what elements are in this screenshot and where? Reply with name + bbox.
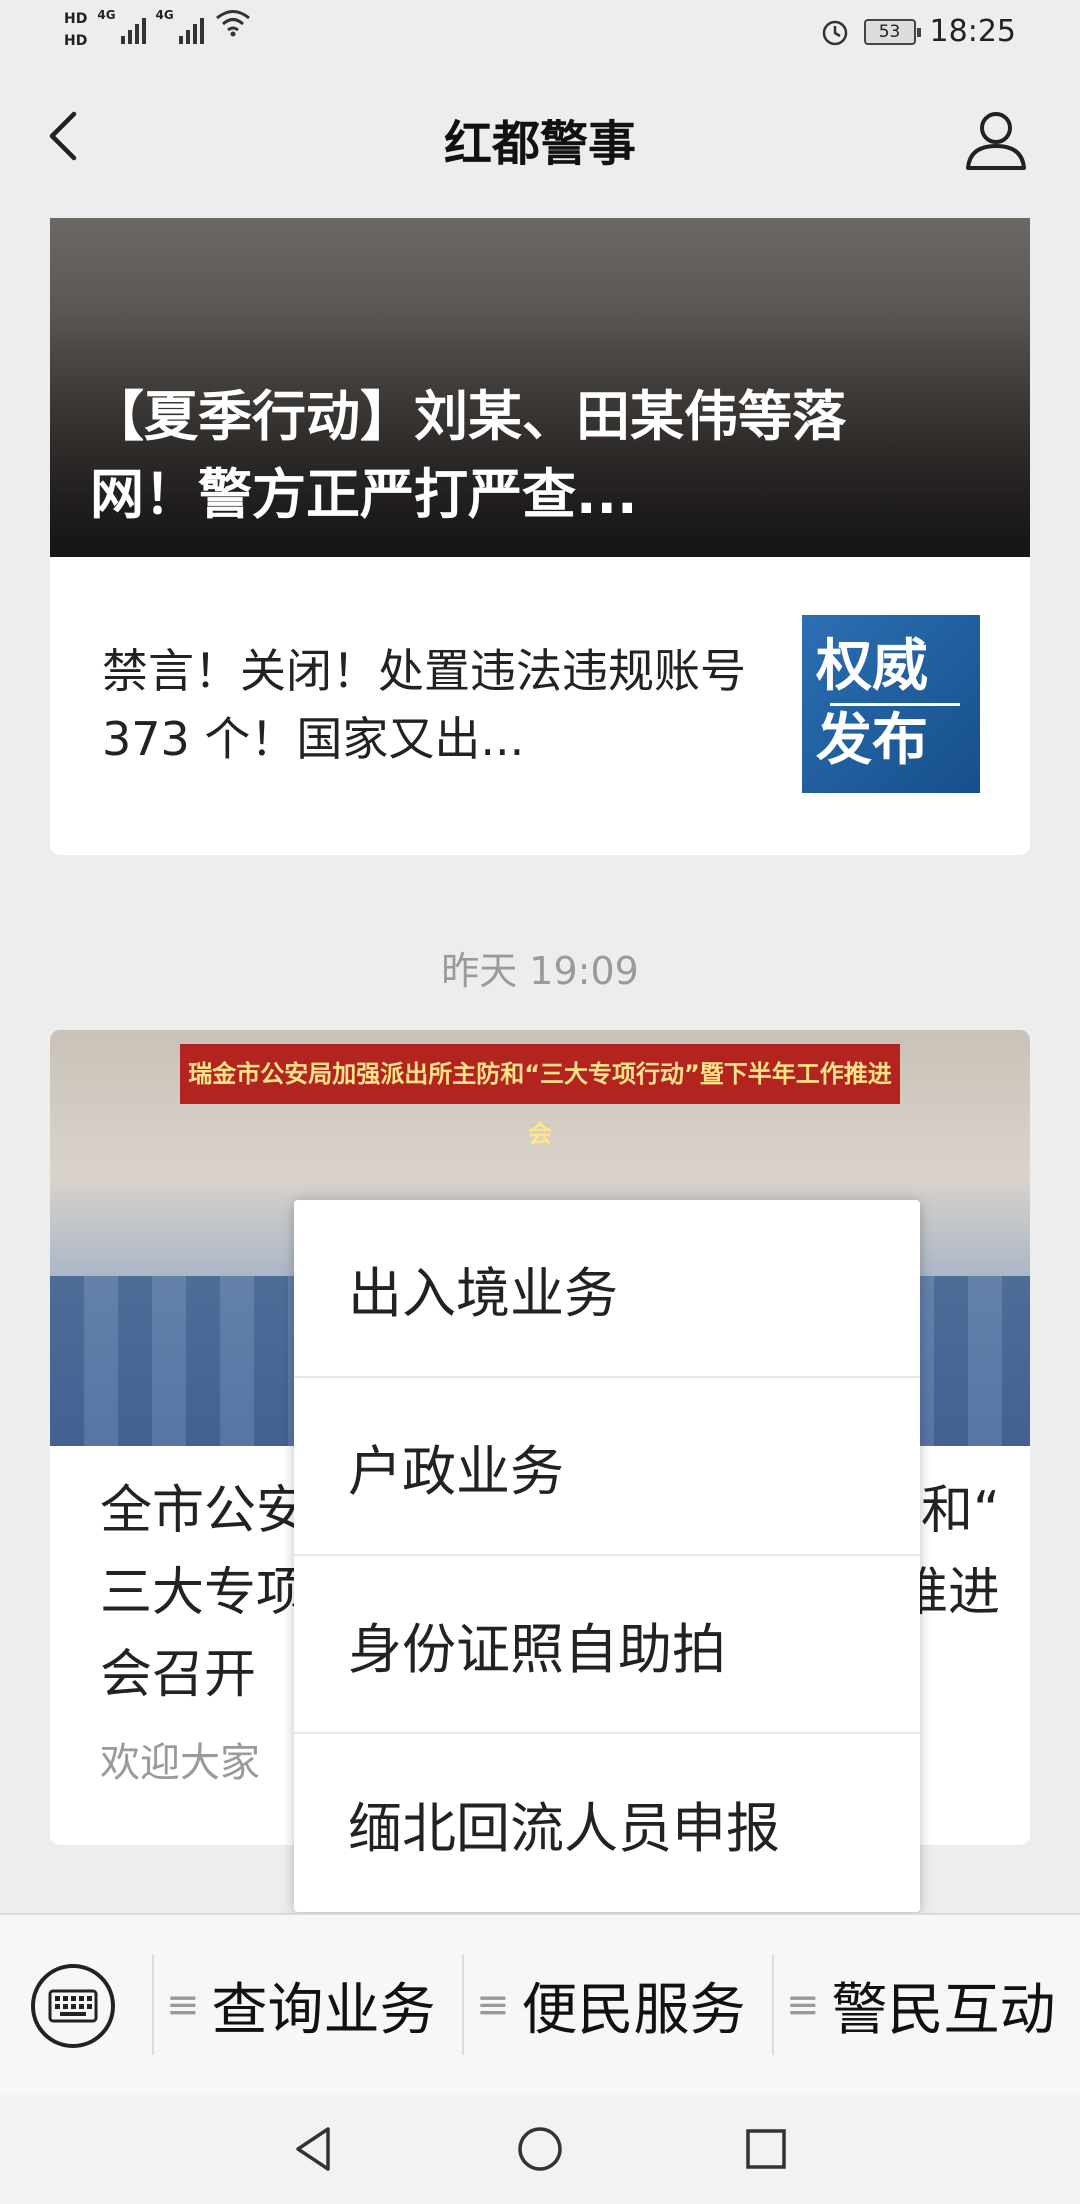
person-icon [966,112,1026,170]
article-title-line-1: 全市公安 [100,1481,309,1541]
nav-back-button[interactable] [284,2119,344,2179]
menu-divider [772,1955,774,2055]
article-title-line-1-end: 和“ [921,1481,1000,1541]
keyboard-icon [31,1964,115,2048]
menu-divider [462,1955,464,2055]
menu-label: 警民互动 [831,1977,1056,2043]
nav-recents-button[interactable] [736,2119,796,2179]
bottom-menu-bar: ≡ 查询业务 ≡ 便民服务 ≡ 警民互动 [0,1913,1080,2095]
article-thumbnail: 权威 发布 [802,615,980,793]
app-header: 红都警事 [0,66,1080,218]
menu-convenience-services[interactable]: ≡ 便民服务 [476,1955,746,2055]
menu-list-icon: ≡ [786,1982,820,2028]
clock: 18:25 [929,14,1016,49]
menu-query-services[interactable]: ≡ 查询业务 [166,1955,436,2055]
article-row[interactable]: 禁言！关闭！处置违法违规账号 373 个！国家又出... 权威 发布 [50,557,1030,855]
profile-button[interactable] [962,106,1030,174]
system-nav-bar [0,2095,1080,2204]
hd-label-2: HD [64,33,88,49]
menu-list-icon: ≡ [476,1982,510,2028]
submenu-popup: 出入境业务 户政业务 身份证照自助拍 缅北回流人员申报 [294,1200,920,1912]
status-left: HD HD 4G 4G [64,8,252,52]
wifi-icon [215,10,250,37]
thumbnail-divider [830,703,960,706]
menu-label: 便民服务 [521,1977,746,2043]
status-right: 53 18:25 [820,14,1016,49]
hero-title: 【夏季行动】刘某、田某伟等落网！警方正严打严查... [90,385,846,526]
article-card[interactable]: 【夏季行动】刘某、田某伟等落网！警方正严打严查... 禁言！关闭！处置违法违规账… [50,218,1030,855]
article-hero[interactable]: 【夏季行动】刘某、田某伟等落网！警方正严打严查... [50,218,1030,557]
status-bar: HD HD 4G 4G 53 18:25 [0,0,1080,66]
meeting-banner: 瑞金市公安局加强派出所主防和“三大专项行动”暨下半年工作推进会 [180,1044,900,1148]
submenu-item-exit-entry[interactable]: 出入境业务 [294,1200,920,1378]
menu-list-icon: ≡ [166,1982,200,2028]
thumbnail-text-bottom: 发布 [816,708,928,773]
signal-1-icon: 4G [97,8,146,44]
timestamp-label: 昨天 19:09 [441,949,639,993]
signal-2-icon: 4G [156,8,204,44]
hd-label-1: HD [64,11,88,27]
menu-police-interaction[interactable]: ≡ 警民互动 [786,1955,1056,2055]
alarm-icon [822,20,847,45]
hd-indicator: HD HD [64,8,87,52]
nav-home-icon [518,2127,562,2171]
keyboard-toggle-button[interactable] [28,1961,118,2051]
article-row-title: 禁言！关闭！处置违法违规账号 373 个！国家又出... [102,644,746,766]
menu-label: 查询业务 [211,1977,436,2043]
nav-back-icon [296,2127,330,2171]
signal-2-label: 4G [155,8,174,22]
article-summary: 欢迎大家 [100,1740,260,1786]
submenu-item-id-photo[interactable]: 身份证照自助拍 [294,1556,920,1734]
signal-1-label: 4G [97,8,116,22]
nav-home-button[interactable] [510,2119,570,2179]
nav-recents-icon [746,2129,786,2169]
page-title: 红都警事 [443,116,636,172]
submenu-item-return-report[interactable]: 缅北回流人员申报 [294,1734,920,1912]
article-title-line-2: 三大专项 [100,1563,309,1623]
thumbnail-text-top: 权威 [816,634,928,699]
battery-icon: 53 [863,18,921,45]
submenu-item-household[interactable]: 户政业务 [294,1378,920,1556]
menu-divider [152,1955,154,2055]
